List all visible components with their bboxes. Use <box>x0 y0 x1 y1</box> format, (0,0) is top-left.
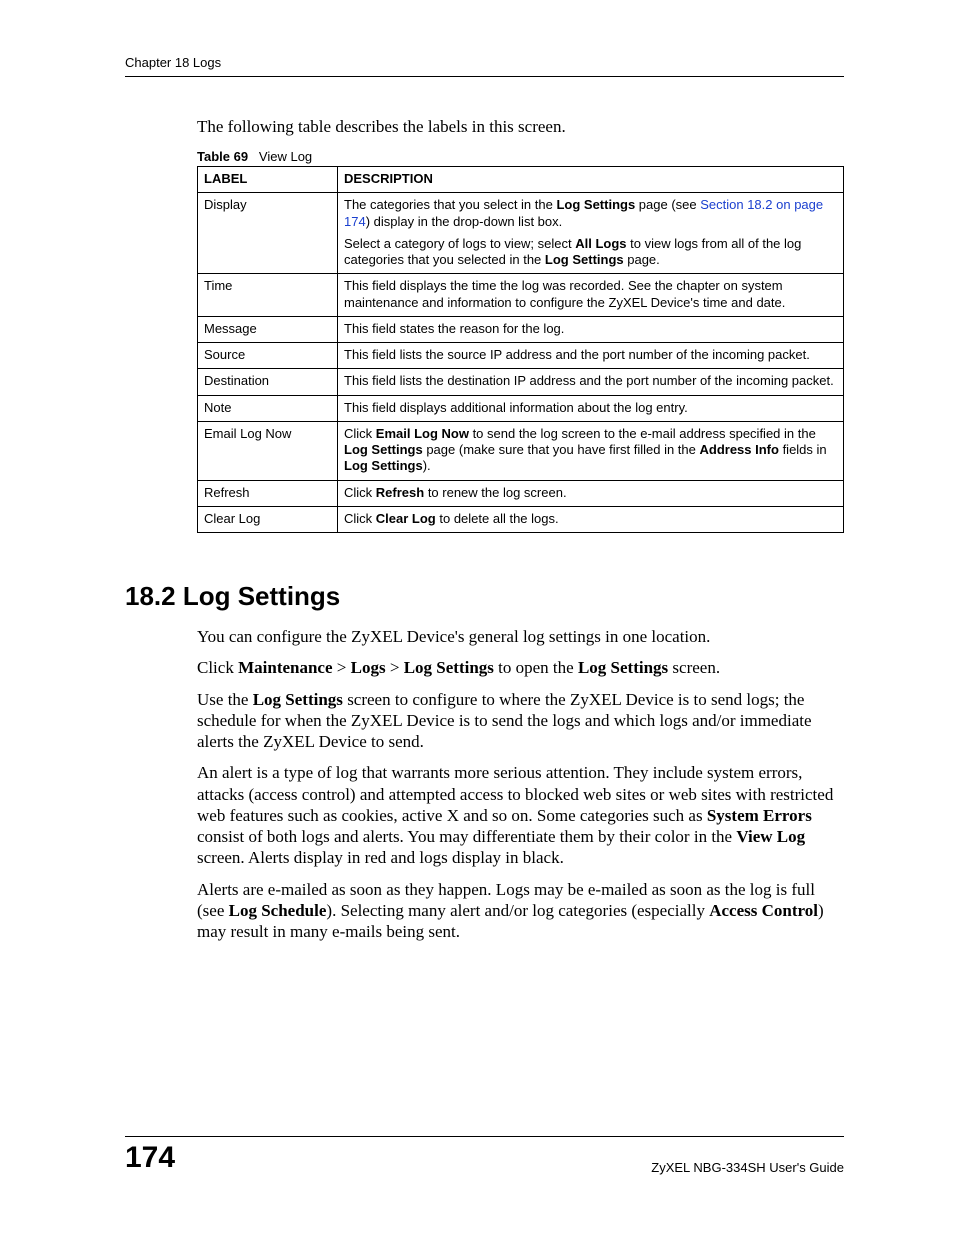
table-row: Display The categories that you select i… <box>198 193 844 274</box>
table-number: Table 69 <box>197 149 248 164</box>
cell-desc: This field lists the source IP address a… <box>338 343 844 369</box>
table-row: Source This field lists the source IP ad… <box>198 343 844 369</box>
cell-desc: This field lists the destination IP addr… <box>338 369 844 395</box>
section-heading: 18.2 Log Settings <box>125 581 844 612</box>
cell-label: Refresh <box>198 480 338 506</box>
cell-label: Message <box>198 316 338 342</box>
guide-title: ZyXEL NBG-334SH User's Guide <box>651 1160 844 1175</box>
body-paragraph: Alerts are e-mailed as soon as they happ… <box>197 879 844 943</box>
cell-label: Time <box>198 274 338 317</box>
cell-desc: Click Email Log Now to send the log scre… <box>338 421 844 480</box>
body-paragraph: Click Maintenance > Logs > Log Settings … <box>197 657 844 678</box>
cell-label: Email Log Now <box>198 421 338 480</box>
table-row: Time This field displays the time the lo… <box>198 274 844 317</box>
table-row: Clear Log Click Clear Log to delete all … <box>198 506 844 532</box>
table-title: View Log <box>259 149 312 164</box>
table-row: Message This field states the reason for… <box>198 316 844 342</box>
table-row: Email Log Now Click Email Log Now to sen… <box>198 421 844 480</box>
cell-label: Note <box>198 395 338 421</box>
table-row: Note This field displays additional info… <box>198 395 844 421</box>
cell-desc: The categories that you select in the Lo… <box>338 193 844 274</box>
cell-label: Source <box>198 343 338 369</box>
body-paragraph: An alert is a type of log that warrants … <box>197 762 844 868</box>
body-paragraph: Use the Log Settings screen to configure… <box>197 689 844 753</box>
running-head: Chapter 18 Logs <box>125 55 844 77</box>
cell-desc: This field displays additional informati… <box>338 395 844 421</box>
cell-label: Clear Log <box>198 506 338 532</box>
table-caption: Table 69 View Log <box>197 149 844 164</box>
table-row: Refresh Click Refresh to renew the log s… <box>198 480 844 506</box>
cell-label: Display <box>198 193 338 274</box>
intro-text: The following table describes the labels… <box>197 117 844 137</box>
cell-desc: Click Clear Log to delete all the logs. <box>338 506 844 532</box>
col-header-desc: DESCRIPTION <box>338 167 844 193</box>
cell-desc: Click Refresh to renew the log screen. <box>338 480 844 506</box>
page-number: 174 <box>125 1141 175 1175</box>
table-row: Destination This field lists the destina… <box>198 369 844 395</box>
cell-label: Destination <box>198 369 338 395</box>
view-log-table: LABEL DESCRIPTION Display The categories… <box>197 166 844 533</box>
cell-desc: This field states the reason for the log… <box>338 316 844 342</box>
col-header-label: LABEL <box>198 167 338 193</box>
page-footer: 174 ZyXEL NBG-334SH User's Guide <box>125 1136 844 1175</box>
body-paragraph: You can configure the ZyXEL Device's gen… <box>197 626 844 647</box>
cell-desc: This field displays the time the log was… <box>338 274 844 317</box>
